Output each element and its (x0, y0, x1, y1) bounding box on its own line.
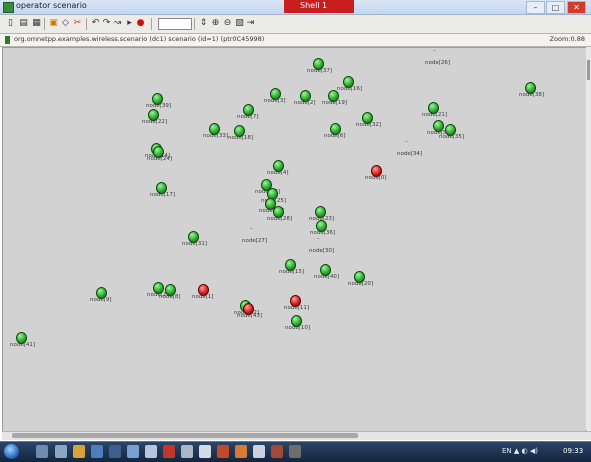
node-label: node[16] (337, 86, 363, 92)
taskbar-app-icon[interactable] (199, 445, 211, 458)
open-icon[interactable]: ▤ (18, 18, 29, 29)
node-label: node[20] (348, 281, 374, 287)
taskbar-app-icon[interactable] (55, 445, 67, 458)
node-label: node[35] (439, 134, 465, 140)
node-label: node[6] (324, 133, 346, 139)
node-label: node[4] (267, 170, 289, 176)
node-label: node[34] (397, 151, 423, 157)
node-label: node[32] (356, 122, 382, 128)
taskbar: EN ▲ ◐ ◀) 09:33 (0, 441, 591, 462)
system-tray[interactable]: EN ▲ ◐ ◀) (502, 447, 538, 455)
taskbar-app-icon[interactable] (235, 445, 247, 458)
vertical-scroll-thumb[interactable] (587, 60, 590, 80)
speed-field[interactable] (158, 18, 192, 30)
node-label: node[39] (146, 103, 172, 109)
taskbar-app-icon[interactable] (109, 445, 121, 458)
taskbar-app-icon[interactable] (181, 445, 193, 458)
new-icon[interactable]: ▯ (5, 18, 16, 29)
network-canvas[interactable]: node[37] – node[26] node[38] node[16] node[3]… (2, 47, 587, 432)
node-label: node[22] (142, 119, 168, 125)
node-label: node[1] (192, 294, 214, 300)
taskbar-app-icon[interactable] (163, 445, 175, 458)
title-bar: operator scenario Shell 1 – □ ✕ (0, 0, 591, 15)
node-label: node[21] (422, 112, 448, 118)
play-icon[interactable]: ▸ (124, 18, 135, 29)
node-marker: – (250, 226, 253, 232)
node-label: node[8] (159, 294, 181, 300)
taskbar-app-icon[interactable] (127, 445, 139, 458)
node-label: node[18] (228, 135, 254, 141)
node-label: node[31] (182, 241, 208, 247)
node-label: node[10] (285, 325, 311, 331)
maximize-button[interactable]: □ (546, 1, 565, 14)
vertical-scrollbar[interactable] (586, 47, 591, 430)
node-label: node[28] (267, 216, 293, 222)
toolbar-separator (44, 18, 45, 30)
taskbar-app-icon[interactable] (271, 445, 283, 458)
clock: 09:33 (563, 447, 584, 455)
toolbar: ▯ ▤ ▦ ▣ ◇ ✂ ↶ ↷ ↝ ▸ ● ⇕ ⊕ ⊖ ▨ ⇥ (0, 15, 591, 34)
redo-icon[interactable]: ↷ (101, 18, 112, 29)
node-marker: – (405, 139, 408, 145)
save-icon[interactable]: ▦ (31, 18, 42, 29)
zoom-in-icon[interactable]: ⇕ (198, 18, 209, 29)
node-label: node[27] (242, 238, 268, 244)
module-path: org.omnetpp.examples.wireless.scenario (… (14, 35, 265, 43)
taskbar-app-icon[interactable] (217, 445, 229, 458)
cut-icon[interactable]: ◇ (60, 18, 71, 29)
node-marker: – (433, 48, 436, 54)
minimize-button[interactable]: – (526, 1, 545, 14)
horizontal-scroll-thumb[interactable] (12, 433, 358, 438)
node-label: node[7] (237, 114, 259, 120)
active-caption: Shell 1 (284, 0, 354, 13)
taskbar-app-icon[interactable] (289, 445, 301, 458)
taskbar-app-icon[interactable] (253, 445, 265, 458)
node-label: node[3] (264, 98, 286, 104)
node-label: node[24] (147, 156, 173, 162)
status-bar: org.omnetpp.examples.wireless.scenario (… (0, 34, 591, 47)
fit-icon[interactable]: ▨ (234, 18, 245, 29)
node-label: node[33] (203, 133, 229, 139)
node-label: node[2] (294, 100, 316, 106)
node-label: node[30] (309, 248, 335, 254)
taskbar-app-icon[interactable] (36, 445, 48, 458)
taskbar-app-icon[interactable] (73, 445, 85, 458)
node-label: node[36] (310, 230, 336, 236)
step-forward-icon[interactable]: ⇥ (245, 18, 256, 29)
toolbar-separator (86, 18, 87, 30)
step-icon[interactable]: ↝ (112, 18, 123, 29)
taskbar-app-icon[interactable] (145, 445, 157, 458)
app-icon (3, 2, 14, 13)
node-label: node[38] (519, 92, 545, 98)
toolbar-separator (194, 18, 195, 30)
start-button[interactable] (4, 444, 19, 459)
status-marker (5, 36, 10, 44)
node-label: node[11] (284, 305, 310, 311)
node-label: node[0] (365, 175, 387, 181)
close-button[interactable]: ✕ (567, 1, 586, 14)
toolbar-separator (151, 18, 152, 30)
node-marker: – (317, 236, 320, 242)
node-label: node[37] (307, 68, 333, 74)
node-label: node[43] (237, 313, 263, 319)
node-label: node[40] (314, 274, 340, 280)
settings-icon[interactable]: ✂ (72, 18, 83, 29)
node-label: node[41] (10, 342, 36, 348)
active-caption-label: Shell 1 (300, 1, 328, 10)
node-label: node[9] (90, 297, 112, 303)
zoom-reset-icon[interactable]: ⊖ (222, 18, 233, 29)
window-title: operator scenario (16, 1, 87, 10)
node-label: node[19] (322, 100, 348, 106)
node-label: node[17] (150, 192, 176, 198)
stop-icon[interactable]: ● (135, 18, 146, 29)
taskbar-app-icon[interactable] (91, 445, 103, 458)
node-label: node[26] (425, 60, 451, 66)
zoom-readout: Zoom:0.88 (549, 35, 585, 43)
undo-icon[interactable]: ↶ (90, 18, 101, 29)
node-label: node[15] (279, 269, 305, 275)
zoom-out-icon[interactable]: ⊕ (210, 18, 221, 29)
print-icon[interactable]: ▣ (48, 18, 59, 29)
